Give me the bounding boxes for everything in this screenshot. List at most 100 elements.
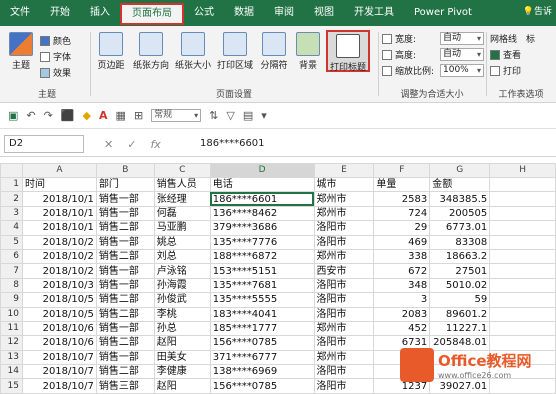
row-header[interactable]: 13 xyxy=(0,349,23,366)
row-header[interactable]: 11 xyxy=(0,320,23,337)
row-header[interactable]: 14 xyxy=(0,364,23,380)
tab-2[interactable]: 插入 xyxy=(80,0,120,26)
cell[interactable]: 孙海霞 xyxy=(153,277,211,294)
cell[interactable] xyxy=(489,292,556,308)
cell[interactable]: 赵阳 xyxy=(153,378,211,394)
tab-3[interactable]: 页面布局 xyxy=(120,3,184,25)
cell[interactable]: 销售一部 xyxy=(95,349,155,366)
column-header[interactable]: H xyxy=(489,163,556,178)
cell[interactable]: 马亚鹏 xyxy=(153,220,211,236)
cell[interactable]: 138****6969 xyxy=(209,364,315,380)
tab-8[interactable]: 开发工具 xyxy=(344,0,404,26)
cell[interactable]: 5010.02 xyxy=(429,277,491,294)
cell[interactable]: 27501 xyxy=(429,263,491,279)
fonts-button[interactable]: 字体 xyxy=(40,50,71,63)
cell[interactable]: 185****1777 xyxy=(209,320,315,337)
row-header[interactable]: 1 xyxy=(0,176,23,193)
cell[interactable]: 郑州市 xyxy=(313,205,375,222)
cell[interactable]: 89601.2 xyxy=(429,306,491,322)
cell[interactable] xyxy=(489,263,556,279)
cell[interactable]: 135****7681 xyxy=(209,277,315,294)
font-color-icon[interactable]: A xyxy=(99,109,108,122)
cell[interactable]: 2018/10/1 xyxy=(21,205,97,222)
cell[interactable]: 452 xyxy=(373,320,431,337)
cell[interactable]: 销售一部 xyxy=(95,191,155,207)
cell[interactable]: 136****8462 xyxy=(209,205,315,222)
cell[interactable]: 销售二部 xyxy=(95,335,155,351)
cell[interactable]: 672 xyxy=(373,263,431,279)
cell[interactable]: 张经理 xyxy=(153,191,211,207)
cell[interactable]: 2018/10/7 xyxy=(21,378,97,394)
cell[interactable]: 153****5151 xyxy=(209,263,315,279)
cell[interactable]: 2018/10/2 xyxy=(21,234,97,250)
cell[interactable]: 电话 xyxy=(209,176,315,193)
cell[interactable]: 刘总 xyxy=(153,248,211,265)
row-header[interactable]: 4 xyxy=(0,220,23,236)
colors-button[interactable]: 颜色 xyxy=(40,34,71,47)
cell[interactable]: 销售人员 xyxy=(153,176,211,193)
cell[interactable]: 销售一部 xyxy=(95,263,155,279)
cell[interactable]: 348 xyxy=(373,277,431,294)
filter-icon[interactable]: ▽ xyxy=(226,109,234,122)
cell[interactable]: 何磊 xyxy=(153,205,211,222)
cell[interactable]: 2583 xyxy=(373,191,431,207)
cell[interactable]: 371****6777 xyxy=(209,349,315,366)
cell[interactable]: 186****6601 xyxy=(209,191,315,207)
cell[interactable]: 孙总 xyxy=(153,320,211,337)
scale-spinner[interactable]: 100% xyxy=(440,64,484,77)
cell[interactable]: 11227.1 xyxy=(429,320,491,337)
cell[interactable]: 2018/10/5 xyxy=(21,306,97,322)
print-titles-button[interactable]: 打印标题 xyxy=(326,30,370,73)
column-header[interactable]: G xyxy=(429,163,491,178)
cell[interactable]: 18663.2 xyxy=(429,248,491,265)
cell[interactable]: 销售三部 xyxy=(95,378,155,394)
row-header[interactable]: 7 xyxy=(0,263,23,279)
cell[interactable]: 销售二部 xyxy=(95,364,155,380)
cell[interactable]: 洛阳市 xyxy=(313,234,375,250)
tab-4[interactable]: 公式 xyxy=(184,0,224,26)
paint-icon[interactable]: ⬛ xyxy=(61,109,75,122)
cell[interactable]: 379****3686 xyxy=(209,220,315,236)
cell[interactable]: 销售二部 xyxy=(95,220,155,236)
cell[interactable]: 135****5555 xyxy=(209,292,315,308)
margins-button[interactable]: 页边距 xyxy=(94,32,128,71)
cell[interactable]: 2018/10/2 xyxy=(21,263,97,279)
cell[interactable] xyxy=(489,176,556,193)
cell[interactable]: 西安市 xyxy=(313,263,375,279)
theme-button[interactable]: 主题 xyxy=(6,32,36,71)
save-icon[interactable]: ▣ xyxy=(8,109,18,122)
cell[interactable]: 赵阳 xyxy=(153,335,211,351)
cell[interactable]: 348385.5 xyxy=(429,191,491,207)
cell[interactable]: 单量 xyxy=(373,176,431,193)
gridlines-print-checkbox[interactable]: 打印 xyxy=(490,64,521,77)
height-combo[interactable]: 自动 xyxy=(440,48,484,61)
cell[interactable] xyxy=(489,320,556,337)
cell[interactable]: 洛阳市 xyxy=(313,277,375,294)
tab-9[interactable]: Power Pivot xyxy=(404,0,482,26)
sort-icon[interactable]: ⇅ xyxy=(209,109,218,122)
cell[interactable]: 156****0785 xyxy=(209,378,315,394)
cell[interactable]: 338 xyxy=(373,248,431,265)
tab-1[interactable]: 开始 xyxy=(40,0,80,26)
cell[interactable]: 洛阳市 xyxy=(313,378,375,394)
cell[interactable]: 销售一部 xyxy=(95,277,155,294)
cell[interactable]: 部门 xyxy=(95,176,155,193)
cell[interactable]: 59 xyxy=(429,292,491,308)
tab-7[interactable]: 视图 xyxy=(304,0,344,26)
undo-icon[interactable]: ↶ xyxy=(26,109,35,122)
cell[interactable]: 姚总 xyxy=(153,234,211,250)
row-header[interactable]: 10 xyxy=(0,306,23,322)
cell[interactable]: 183****4041 xyxy=(209,306,315,322)
cell[interactable]: 孙俊武 xyxy=(153,292,211,308)
cell[interactable]: 6773.01 xyxy=(429,220,491,236)
cell[interactable]: 洛阳市 xyxy=(313,306,375,322)
cell[interactable]: 2018/10/1 xyxy=(21,220,97,236)
cell[interactable]: 李桃 xyxy=(153,306,211,322)
row-header[interactable]: 3 xyxy=(0,205,23,222)
tab-0[interactable]: 文件 xyxy=(0,0,40,26)
cell[interactable]: 洛阳市 xyxy=(313,335,375,351)
cell[interactable] xyxy=(489,248,556,265)
width-combo[interactable]: 自动 xyxy=(440,32,484,45)
fill-color-icon[interactable]: ◆ xyxy=(83,109,91,122)
number-format-combo[interactable]: 常规 xyxy=(151,109,202,122)
